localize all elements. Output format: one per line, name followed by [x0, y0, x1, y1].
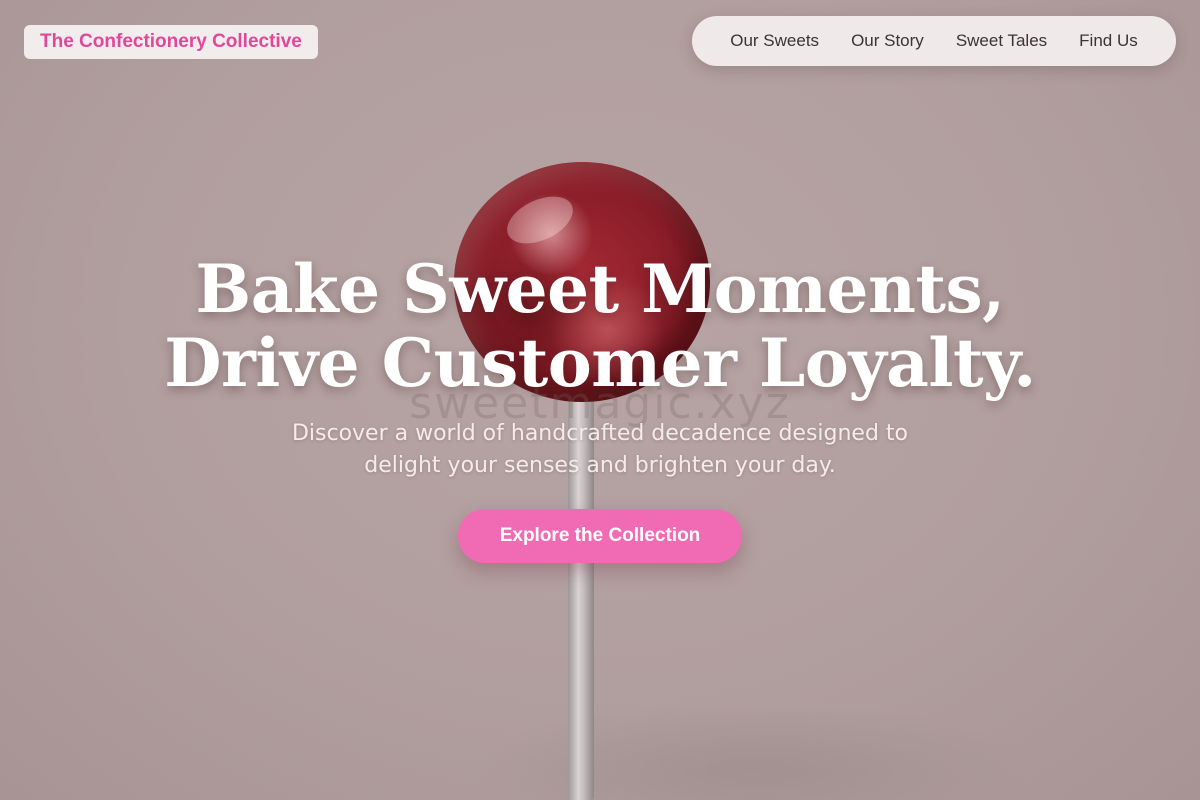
background-shadow [470, 700, 1030, 800]
explore-collection-button[interactable]: Explore the Collection [458, 509, 742, 563]
brand-name: The Confectionery Collective [40, 31, 302, 52]
brand-logo[interactable]: The Confectionery Collective [24, 25, 318, 59]
subtitle-line-1: Discover a world of handcrafted decadenc… [291, 421, 909, 446]
hero-headline: Bake Sweet Moments, Drive Customer Loyal… [100, 252, 1100, 400]
hero-subtitle: Discover a world of handcrafted decadenc… [250, 418, 950, 482]
main-nav: Our Sweets Our Story Sweet Tales Find Us [692, 16, 1176, 66]
headline-line-1: Bake Sweet Moments, [195, 250, 1005, 328]
nav-link-our-sweets[interactable]: Our Sweets [730, 31, 819, 51]
subtitle-line-2: delight your senses and brighten your da… [364, 453, 836, 478]
nav-link-find-us[interactable]: Find Us [1079, 31, 1138, 51]
nav-link-sweet-tales[interactable]: Sweet Tales [956, 31, 1047, 51]
nav-link-our-story[interactable]: Our Story [851, 31, 924, 51]
headline-line-2: Drive Customer Loyalty. [164, 324, 1036, 402]
